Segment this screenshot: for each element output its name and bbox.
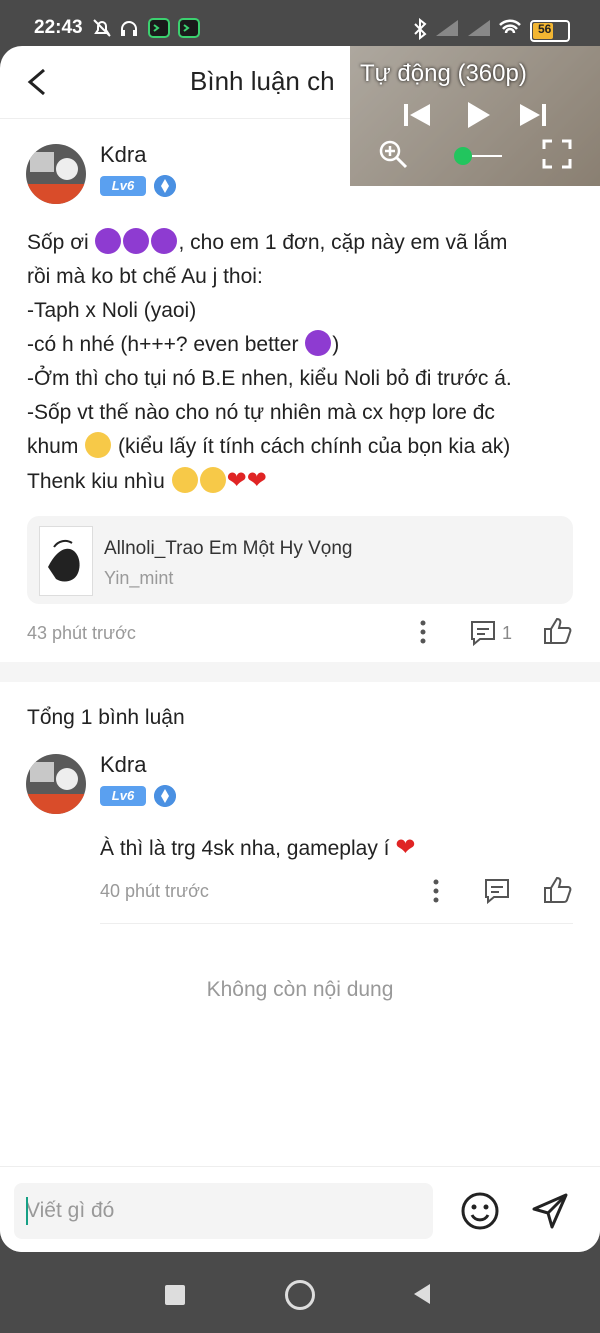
reply-username[interactable]: Kdra — [100, 752, 146, 778]
username[interactable]: Kdra — [100, 142, 146, 168]
system-nav-bar — [0, 1252, 600, 1333]
relieved-emoji-icon — [85, 432, 112, 458]
previous-icon[interactable] — [402, 102, 432, 128]
comment-count: 1 — [502, 623, 513, 643]
mute-bell-icon — [93, 19, 111, 37]
divider — [100, 923, 573, 924]
reply-content: À thì là trg 4sk nha, gameplay í ❤ — [100, 834, 416, 861]
reply-comment-icon[interactable] — [483, 877, 511, 905]
verified-badge-icon — [154, 785, 176, 807]
send-icon[interactable] — [530, 1191, 570, 1231]
pleading-emoji-icon — [171, 467, 198, 493]
heart-emoji-icon: ❤ — [246, 467, 267, 494]
avatar[interactable] — [26, 754, 86, 814]
story-author: Yin_mint — [104, 568, 174, 588]
like-icon[interactable] — [542, 616, 572, 646]
fullscreen-icon[interactable] — [542, 139, 572, 169]
signal-icon — [436, 20, 458, 36]
comment-input[interactable]: Viết gì đó — [14, 1183, 433, 1239]
avatar[interactable] — [26, 144, 86, 204]
section-separator — [0, 662, 600, 682]
floating-video-player[interactable]: Tự động (360p) — [350, 46, 600, 186]
like-icon[interactable] — [542, 875, 572, 905]
heart-emoji-icon: ❤ — [395, 834, 416, 861]
back-nav-icon[interactable] — [410, 1282, 434, 1306]
devil-emoji-icon — [151, 228, 178, 254]
signal-icon-2 — [468, 20, 490, 36]
total-comments: Tổng 1 bình luận — [27, 706, 185, 729]
post-time: 43 phút trước — [27, 623, 136, 643]
headphones-icon — [121, 21, 137, 36]
zoom-in-icon[interactable] — [378, 139, 408, 169]
bluetooth-icon — [414, 18, 427, 40]
input-placeholder: Viết gì đó — [26, 1199, 115, 1222]
next-icon[interactable] — [518, 102, 548, 128]
level-badge: Lv6 — [100, 176, 146, 196]
terminal-app-icon — [148, 18, 170, 38]
devil-emoji-icon — [95, 228, 122, 254]
level-badge: Lv6 — [100, 786, 146, 806]
back-arrow-icon[interactable] — [22, 64, 54, 100]
recents-icon[interactable] — [165, 1285, 185, 1305]
comment-icon[interactable] — [469, 619, 497, 647]
story-card[interactable]: Allnoli_Trao Em Một Hy Vọng Yin_mint — [27, 516, 573, 604]
wifi-icon — [499, 19, 521, 34]
emoji-icon[interactable] — [460, 1191, 500, 1231]
video-quality-label[interactable]: Tự động (360p) — [360, 60, 527, 88]
seek-track[interactable] — [472, 155, 502, 157]
battery-level: 56 — [538, 22, 552, 36]
devil-emoji-icon — [123, 228, 150, 254]
seek-handle[interactable] — [454, 147, 472, 165]
home-icon[interactable] — [285, 1280, 315, 1310]
composer-bar: Viết gì đó — [0, 1166, 600, 1252]
story-cover — [39, 526, 93, 596]
page-title: Bình luận ch — [190, 66, 335, 96]
story-title: Allnoli_Trao Em Một Hy Vọng — [104, 538, 353, 559]
end-of-content: Không còn nội dung — [206, 978, 394, 1001]
text-cursor — [26, 1197, 28, 1225]
status-time: 22:43 — [34, 17, 83, 38]
more-options-icon[interactable] — [426, 878, 446, 904]
heart-emoji-icon: ❤ — [226, 467, 247, 494]
play-icon[interactable] — [465, 100, 491, 130]
comment-screen: Bình luận ch Kdra Lv6 Sốp ơi , cho em 1 … — [0, 46, 600, 1252]
post-content: Sốp ơi , cho em 1 đơn, cặp này em vã lắm… — [27, 226, 587, 499]
battery-icon: 56 — [530, 20, 570, 42]
verified-badge-icon — [154, 175, 176, 197]
more-options-icon[interactable] — [413, 619, 433, 645]
reply-time: 40 phút trước — [100, 881, 209, 901]
pleading-emoji-icon — [199, 467, 226, 493]
terminal-app-icon-2 — [178, 18, 200, 38]
devil-emoji-icon — [305, 330, 332, 356]
